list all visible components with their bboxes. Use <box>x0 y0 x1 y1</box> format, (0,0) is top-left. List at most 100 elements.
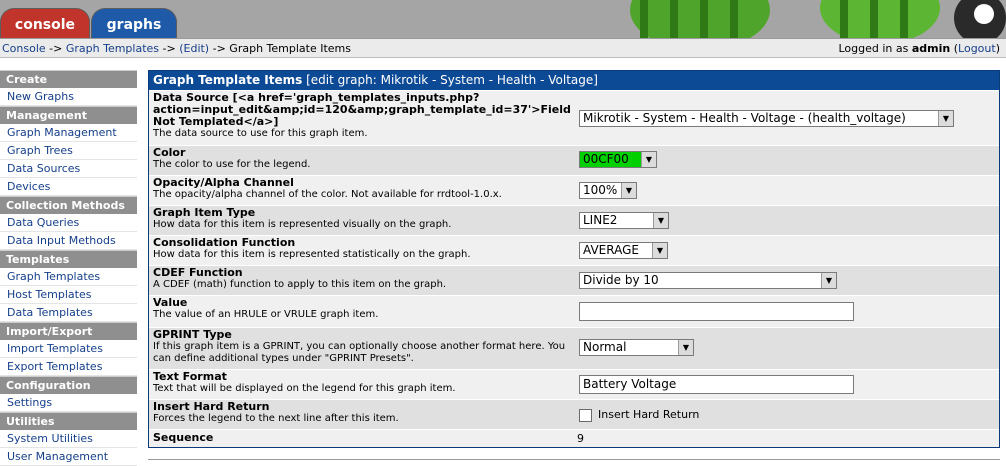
cactus-logo-icon <box>630 0 1006 38</box>
sidebar-item-import-templates[interactable]: Import Templates <box>0 340 137 358</box>
consolidation-desc: How data for this item is represented st… <box>153 249 471 260</box>
consolidation-label: Consolidation Function <box>153 236 296 249</box>
hard-return-row: Insert Hard Return Forces the legend to t… <box>149 399 999 429</box>
cdef-row: CDEF Function A CDEF (math) function to a… <box>149 265 999 295</box>
breadcrumb-current: Graph Template Items <box>229 42 351 55</box>
consolidation-select[interactable]: AVERAGE ▼ <box>579 242 668 259</box>
sidebar-item-new-graphs[interactable]: New Graphs <box>0 88 137 106</box>
hard-return-checkbox-label[interactable]: Insert Hard Return <box>598 408 699 421</box>
text-format-input[interactable]: Battery Voltage <box>579 375 854 394</box>
cdef-select[interactable]: Divide by 10 ▼ <box>579 272 837 289</box>
breadcrumb-separator: -> <box>159 42 180 55</box>
sequence-value: 9 <box>577 432 584 445</box>
tab-graphs[interactable]: graphs <box>91 8 177 38</box>
sidebar-item-settings[interactable]: Settings <box>0 394 137 412</box>
divider <box>148 459 1000 460</box>
color-row: Color The color to use for the legend. 00… <box>149 145 999 175</box>
panel-subtitle: [edit graph: Mikrotik - System - Health … <box>302 73 598 87</box>
item-type-select[interactable]: LINE2 ▼ <box>579 212 669 229</box>
breadcrumb-graph-templates[interactable]: Graph Templates <box>66 42 159 55</box>
login-paren-open: ( <box>950 42 959 55</box>
opacity-desc: The opacity/alpha channel of the color. … <box>153 189 502 200</box>
data-source-label: Data Source [<a href='graph_templates_in… <box>153 91 571 128</box>
consolidation-row: Consolidation Function How data for this … <box>149 235 999 265</box>
gprint-label: GPRINT Type <box>153 328 232 341</box>
color-select[interactable]: 00CF00 ▼ <box>579 151 657 168</box>
sidebar-heading: Import/Export <box>0 322 137 340</box>
value-input[interactable] <box>579 302 854 321</box>
sidebar-item-devices[interactable]: Devices <box>0 178 137 196</box>
gprint-label-block: GPRINT Type If this graph item is a GPRIN… <box>153 329 573 365</box>
hard-return-checkbox[interactable] <box>579 408 592 422</box>
hard-return-label: Insert Hard Return <box>153 400 270 413</box>
logout-link[interactable]: Logout <box>958 42 996 55</box>
sidebar-heading: Collection Methods <box>0 196 137 214</box>
tab-console[interactable]: console <box>0 8 90 38</box>
sidebar-menu: Create New Graphs Management Graph Manageme… <box>0 70 137 466</box>
value-row: Value The value of an HRULE or VRULE grap… <box>149 295 999 327</box>
chevron-down-icon: ▼ <box>641 152 656 167</box>
color-label-block: Color The color to use for the legend. <box>153 147 573 171</box>
sidebar-item-user-management[interactable]: User Management <box>0 448 137 466</box>
sequence-label-block: Sequence <box>153 432 573 444</box>
breadcrumb-edit[interactable]: (Edit) <box>179 42 209 55</box>
value-label: Value <box>153 296 188 309</box>
breadcrumb-separator: -> <box>45 42 66 55</box>
gprint-value: Normal <box>583 340 627 354</box>
consolidation-value: AVERAGE <box>583 243 639 257</box>
value-desc: The value of an HRULE or VRULE graph ite… <box>153 309 379 320</box>
cdef-desc: A CDEF (math) function to apply to this … <box>153 279 447 290</box>
sequence-row: Sequence 9 <box>149 429 999 447</box>
sidebar-item-data-queries[interactable]: Data Queries <box>0 214 137 232</box>
gprint-select[interactable]: Normal ▼ <box>579 339 694 356</box>
sidebar-item-system-utilities[interactable]: System Utilities <box>0 430 137 448</box>
sidebar-item-graph-trees[interactable]: Graph Trees <box>0 142 137 160</box>
panel-title-text: Graph Template Items <box>153 73 303 87</box>
data-source-row: Data Source [<a href='graph_templates_in… <box>149 90 999 145</box>
sidebar-item-export-templates[interactable]: Export Templates <box>0 358 137 376</box>
opacity-label-block: Opacity/Alpha Channel The opacity/alpha c… <box>153 177 573 201</box>
login-user: admin <box>911 42 951 55</box>
color-value: 00CF00 <box>583 152 629 166</box>
text-format-row: Text Format Text that will be displayed o… <box>149 369 999 399</box>
item-type-value: LINE2 <box>583 213 618 227</box>
sidebar-item-graph-management[interactable]: Graph Management <box>0 124 137 142</box>
top-bar: console graphs <box>0 0 1006 38</box>
opacity-select[interactable]: 100% ▼ <box>579 182 637 199</box>
chevron-down-icon: ▼ <box>621 183 636 198</box>
breadcrumb: Console -> Graph Templates -> (Edit) -> … <box>2 42 351 55</box>
chevron-down-icon: ▼ <box>678 340 693 355</box>
text-format-label: Text Format <box>153 370 227 383</box>
sidebar-heading: Utilities <box>0 412 137 430</box>
sidebar-item-data-templates[interactable]: Data Templates <box>0 304 137 322</box>
opacity-row: Opacity/Alpha Channel The opacity/alpha c… <box>149 175 999 205</box>
cdef-label-block: CDEF Function A CDEF (math) function to a… <box>153 267 573 291</box>
consolidation-label-block: Consolidation Function How data for this … <box>153 237 573 261</box>
item-type-row: Graph Item Type How data for this item is… <box>149 205 999 235</box>
breadcrumb-console[interactable]: Console <box>2 42 46 55</box>
gprint-desc: If this graph item is a GPRINT, you can … <box>153 341 566 364</box>
hard-return-label-block: Insert Hard Return Forces the legend to t… <box>153 401 573 425</box>
sidebar-item-data-input-methods[interactable]: Data Input Methods <box>0 232 137 250</box>
sidebar-heading: Management <box>0 106 137 124</box>
sidebar-heading: Configuration <box>0 376 137 394</box>
cdef-value: Divide by 10 <box>583 273 659 287</box>
data-source-label-block: Data Source [<a href='graph_templates_in… <box>153 92 573 140</box>
chevron-down-icon: ▼ <box>821 273 836 288</box>
graph-template-items-panel: Graph Template Items [edit graph: Mikrot… <box>148 70 1000 448</box>
sidebar-item-graph-templates[interactable]: Graph Templates <box>0 268 137 286</box>
chevron-down-icon: ▼ <box>652 243 667 258</box>
login-paren-close: ) <box>995 42 1000 55</box>
data-source-value: Mikrotik - System - Health - Voltage - (… <box>583 111 906 125</box>
sidebar-item-data-sources[interactable]: Data Sources <box>0 160 137 178</box>
sidebar-item-host-templates[interactable]: Host Templates <box>0 286 137 304</box>
data-source-select[interactable]: Mikrotik - System - Health - Voltage - (… <box>579 110 954 127</box>
item-type-label-block: Graph Item Type How data for this item is… <box>153 207 573 231</box>
panel-title: Graph Template Items [edit graph: Mikrot… <box>149 71 999 90</box>
gprint-row: GPRINT Type If this graph item is a GPRIN… <box>149 327 999 369</box>
item-type-label: Graph Item Type <box>153 206 256 219</box>
chevron-down-icon: ▼ <box>653 213 668 228</box>
sidebar-heading: Create <box>0 70 137 88</box>
hard-return-desc: Forces the legend to the next line after… <box>153 413 399 424</box>
cdef-label: CDEF Function <box>153 266 243 279</box>
